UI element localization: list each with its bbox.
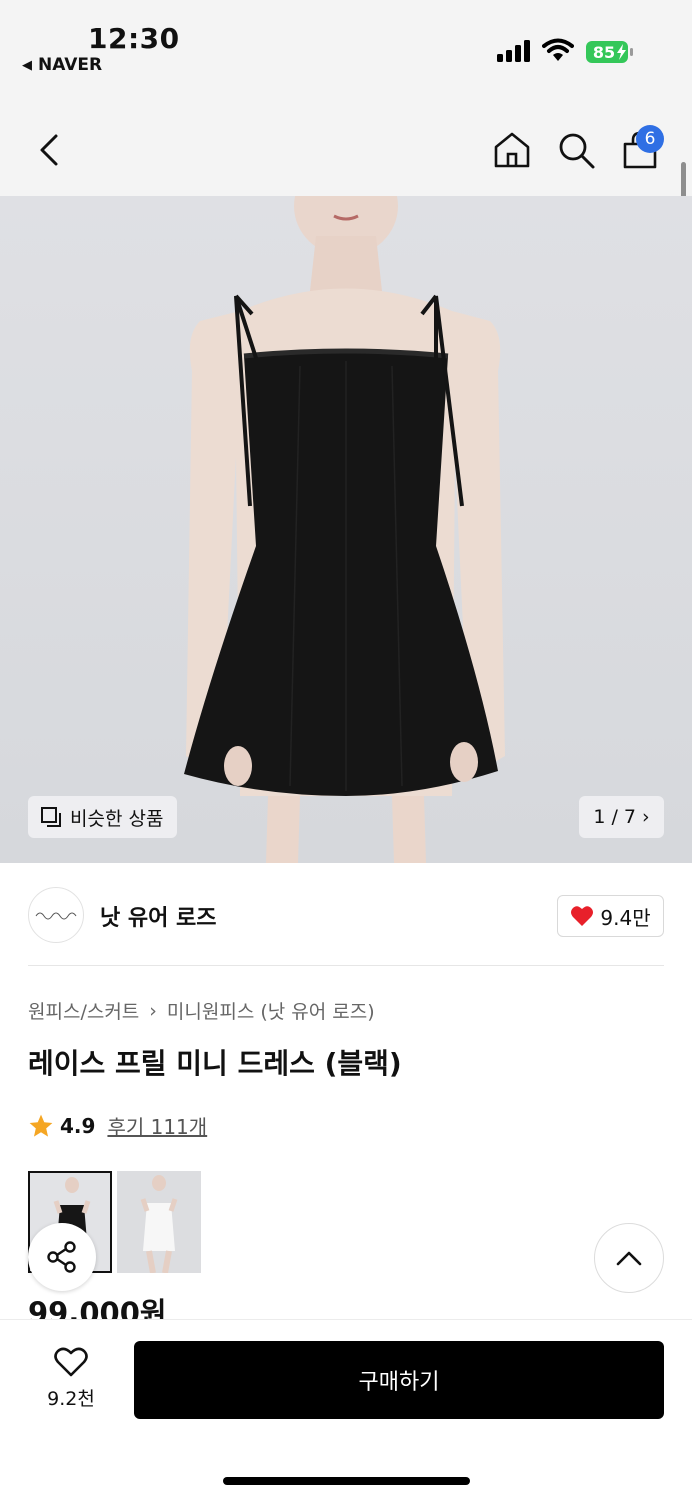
status-time: 12:30 (88, 22, 180, 55)
scroll-to-top-button[interactable] (594, 1223, 664, 1293)
brand-logo[interactable] (28, 887, 84, 943)
cart-count-badge: 6 (636, 125, 664, 153)
breadcrumb-subcategory[interactable]: 미니원피스 (낫 유어 로즈) (167, 997, 375, 1024)
brand-like-button[interactable]: 9.4만 (557, 895, 664, 937)
star-icon (29, 1114, 53, 1137)
wishlist-button[interactable]: 9.2천 (38, 1346, 104, 1411)
back-to-app-link[interactable]: ◀ NAVER (22, 55, 102, 75)
rating-row: 4.9 후기 111개 (28, 1111, 207, 1140)
wishlist-count: 9.2천 (47, 1388, 95, 1410)
chevron-up-icon (616, 1251, 642, 1266)
swatch-white-thumb (117, 1171, 201, 1273)
image-pager-button[interactable]: 1 / 7 › (579, 796, 664, 838)
brand-logo-mark (35, 912, 77, 920)
product-price: 99,000원 (28, 1296, 167, 1320)
buy-button[interactable]: 구매하기 (134, 1341, 664, 1419)
back-app-label: NAVER (38, 55, 103, 75)
chevron-right-icon: › (149, 999, 157, 1022)
chevron-right-icon: › (642, 806, 650, 828)
product-title: 레이스 프릴 미니 드레스 (블랙) (28, 1047, 402, 1080)
back-arrow-icon[interactable] (34, 130, 64, 170)
share-button[interactable] (28, 1223, 96, 1291)
dress-illustration (184, 196, 505, 863)
review-count-link[interactable]: 후기 111개 (107, 1111, 207, 1140)
breadcrumb-category[interactable]: 원피스/스커트 (28, 997, 139, 1024)
share-icon (47, 1241, 76, 1273)
color-swatch-white[interactable] (117, 1171, 201, 1273)
heart-outline-icon (54, 1347, 88, 1377)
heart-filled-icon (571, 906, 594, 926)
rating-score: 4.9 (60, 1113, 96, 1138)
similar-items-icon (41, 807, 61, 827)
home-icon[interactable] (492, 130, 532, 170)
search-icon[interactable] (556, 130, 596, 170)
home-indicator[interactable] (223, 1477, 470, 1485)
cellular-signal-icon (497, 40, 530, 62)
similar-products-label: 비슷한 상품 (70, 807, 164, 830)
battery-icon: 85 (586, 41, 633, 63)
similar-products-button[interactable]: 비슷한 상품 (28, 796, 178, 838)
section-divider (28, 965, 664, 966)
brand-like-count: 9.4만 (600, 905, 651, 930)
breadcrumb: 원피스/스커트 › 미니원피스 (낫 유어 로즈) (28, 997, 375, 1024)
back-triangle-icon: ◀ (22, 57, 32, 73)
product-image[interactable] (0, 196, 692, 863)
brand-name[interactable]: 낫 유어 로즈 (100, 900, 217, 932)
wifi-icon (542, 38, 574, 61)
battery-level: 85 (593, 43, 615, 62)
image-pager-text: 1 / 7 (593, 806, 637, 828)
